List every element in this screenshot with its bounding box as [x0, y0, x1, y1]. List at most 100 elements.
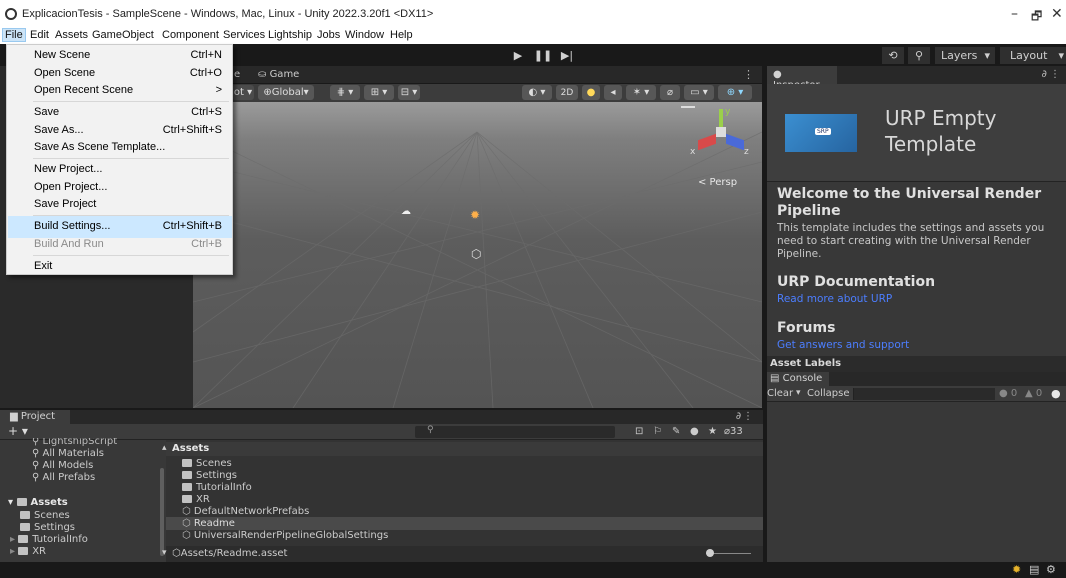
asset-item-xr[interactable]: XR: [182, 494, 210, 505]
more-icon[interactable]: ⋮: [743, 68, 754, 81]
search-filter-lightship[interactable]: ⚲ LightshipScript: [32, 438, 117, 446]
history-icon[interactable]: ⟲: [882, 47, 904, 64]
lock-icon[interactable]: ∂: [736, 411, 741, 422]
gizmos-icon[interactable]: ⊕ ▾: [718, 85, 752, 100]
menu-file[interactable]: File: [2, 28, 26, 42]
asset-item-urp-global-settings[interactable]: ⬡ UniversalRenderPipelineGlobalSettings: [182, 530, 388, 541]
scene-viewport[interactable]: ☁ ✹ ⬡ y x z < Persp: [193, 102, 762, 408]
lock-icon[interactable]: ∂ ⋮: [1042, 69, 1060, 80]
progress-spinner-icon[interactable]: ✹: [1012, 563, 1021, 576]
warning-count-toggle[interactable]: ▲ 0: [1025, 388, 1042, 399]
chevron-down-icon[interactable]: ▾: [162, 548, 167, 558]
tree-item-scenes[interactable]: Scenes: [20, 510, 70, 521]
search-filter-label: All Prefabs: [42, 472, 96, 483]
forums-link[interactable]: Get answers and support: [777, 339, 909, 351]
more-icon[interactable]: ⋮: [743, 411, 753, 422]
filter-label-icon[interactable]: ⚐: [653, 426, 662, 437]
tree-item-tutorialinfo[interactable]: ▸ TutorialInfo: [10, 534, 88, 545]
tree-scrollbar[interactable]: [160, 468, 164, 556]
asset-item-defaultnetworkprefabs[interactable]: ⬡ DefaultNetworkPrefabs: [182, 506, 309, 517]
debug-icon[interactable]: ⚙: [1046, 563, 1056, 576]
icon-size-slider-thumb[interactable]: [706, 549, 714, 557]
project-search-input[interactable]: ⚲: [415, 425, 615, 438]
snap-increment-icon[interactable]: ⊞ ▾: [364, 85, 394, 100]
maximize-button[interactable]: 🗗: [1031, 7, 1042, 28]
folder-icon: [20, 511, 30, 519]
menu-item-exit[interactable]: Exit: [8, 256, 232, 278]
play-icon[interactable]: ▶: [508, 47, 528, 64]
error-icon[interactable]: ●: [1051, 387, 1061, 400]
menu-component[interactable]: Component: [162, 29, 219, 41]
asset-item-scenes[interactable]: Scenes: [182, 458, 232, 469]
console-clear-button[interactable]: Clear: [767, 388, 793, 399]
asset-item-readme[interactable]: ⬡ Readme: [182, 518, 235, 529]
hidden-count-toggle[interactable]: ⌀33: [724, 426, 743, 437]
tab-scene[interactable]: e: [234, 69, 240, 80]
audio-icon[interactable]: ◂: [604, 85, 622, 100]
search-filter-models[interactable]: ⚲ All Models: [32, 460, 93, 471]
pivot-dropdown[interactable]: ot ▾: [232, 85, 254, 100]
menu-services[interactable]: Services: [223, 29, 265, 41]
camera-gizmo-icon[interactable]: ⬡: [471, 247, 481, 261]
sort-arrow-icon[interactable]: ▴: [162, 443, 167, 453]
hidden-objects-icon[interactable]: ⌀: [660, 85, 680, 100]
favorite-icon[interactable]: ★: [708, 426, 717, 437]
menu-lightship[interactable]: Lightship: [268, 29, 312, 41]
tab-inspector[interactable]: ● Inspector: [767, 66, 837, 91]
viewport-menu-icon[interactable]: [681, 106, 695, 108]
info-count-toggle[interactable]: ● 0: [999, 388, 1017, 399]
axis-gizmo[interactable]: y x z: [690, 107, 750, 167]
lighting-icon[interactable]: ●: [582, 85, 600, 100]
search-icon[interactable]: ⚲: [908, 47, 930, 64]
menu-item-save-as-scene-template[interactable]: Save As Scene Template...: [8, 137, 232, 159]
menu-item-label: Open Project...: [34, 181, 108, 193]
align-icon[interactable]: ⊟ ▾: [398, 85, 420, 100]
persp-label[interactable]: < Persp: [698, 177, 737, 188]
menu-jobs[interactable]: Jobs: [317, 29, 340, 41]
global-dropdown[interactable]: ⊕ Global ▾: [258, 85, 314, 100]
minimize-button[interactable]: –: [1011, 6, 1018, 22]
menu-assets[interactable]: Assets: [55, 29, 88, 41]
layout-dropdown[interactable]: Layout ▾: [1000, 47, 1066, 64]
menu-item-open-recent-scene[interactable]: Open Recent Scene >: [8, 80, 232, 102]
layers-dropdown[interactable]: Layers ▾: [935, 47, 995, 64]
tab-project-label: Project: [20, 411, 56, 422]
search-filter-materials[interactable]: ⚲ All Materials: [32, 448, 104, 459]
search-filter-prefabs[interactable]: ⚲ All Prefabs: [32, 472, 95, 483]
chevron-down-icon[interactable]: ▾: [796, 388, 801, 398]
asset-item-label: TutorialInfo: [196, 482, 252, 493]
filter-type-icon[interactable]: ⊡: [635, 426, 643, 437]
close-button[interactable]: ✕: [1051, 6, 1063, 22]
menu-edit[interactable]: Edit: [30, 29, 49, 41]
console-search-input[interactable]: [853, 388, 995, 400]
draw-mode-icon[interactable]: ◐ ▾: [522, 85, 552, 100]
tab-game[interactable]: ⛀ Game: [258, 69, 299, 80]
menu-gameobject[interactable]: GameObject: [92, 29, 154, 41]
doc-link[interactable]: Read more about URP: [777, 293, 892, 305]
asset-labels-bar[interactable]: Asset Labels: [767, 356, 1066, 372]
effects-icon[interactable]: ✶ ▾: [626, 85, 656, 100]
light-icon[interactable]: ☁: [401, 206, 411, 217]
tag-icon[interactable]: ✎: [672, 426, 680, 437]
asset-item-settings[interactable]: Settings: [182, 470, 237, 481]
grid-snap-icon[interactable]: ⋕ ▾: [330, 85, 360, 100]
lighting-bake-icon[interactable]: ▤: [1029, 563, 1039, 576]
create-button[interactable]: + ▾: [8, 424, 28, 438]
mode-2d-button[interactable]: 2D: [556, 85, 578, 100]
console-collapse-button[interactable]: Collapse: [807, 388, 850, 399]
asset-item-tutorialinfo[interactable]: TutorialInfo: [182, 482, 252, 493]
tab-console[interactable]: ▤ Console: [767, 372, 829, 386]
sun-icon[interactable]: ✹: [470, 208, 480, 222]
menu-item-build-and-run[interactable]: Build And Run Ctrl+B: [8, 234, 232, 256]
camera-icon[interactable]: ▭ ▾: [684, 85, 714, 100]
tab-project[interactable]: ▆ Project: [0, 410, 70, 424]
menu-help[interactable]: Help: [390, 29, 413, 41]
menu-window[interactable]: Window: [345, 29, 384, 41]
menu-item-save-project[interactable]: Save Project: [8, 194, 232, 216]
step-icon[interactable]: ▶|: [557, 47, 577, 64]
tree-assets-root[interactable]: ▾ Assets: [8, 497, 68, 508]
tree-item-settings[interactable]: Settings: [20, 522, 75, 533]
tree-item-xr[interactable]: ▸ XR: [10, 546, 46, 557]
pause-icon[interactable]: ❚❚: [533, 47, 553, 64]
error-icon[interactable]: ●: [690, 426, 699, 437]
